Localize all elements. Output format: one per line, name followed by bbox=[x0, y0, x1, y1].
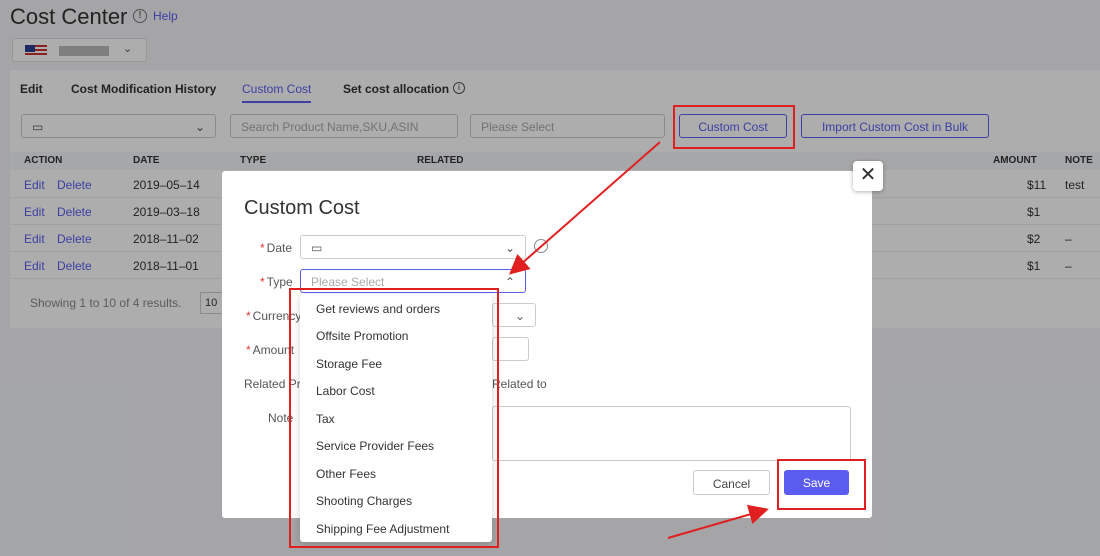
clock-icon[interactable] bbox=[534, 239, 548, 253]
date-picker[interactable]: ▭ ⌄ bbox=[300, 235, 526, 259]
highlight-box-save bbox=[777, 459, 866, 510]
type-label: * Type bbox=[260, 275, 293, 289]
amount-label: * Amount bbox=[246, 343, 295, 357]
note-textarea[interactable] bbox=[492, 406, 851, 461]
highlight-box-type-options bbox=[289, 288, 499, 548]
highlight-box-custom-cost bbox=[673, 105, 795, 149]
date-label: * Date bbox=[260, 241, 293, 255]
cancel-button[interactable]: Cancel bbox=[693, 470, 770, 495]
related-to-label: Related to bbox=[492, 377, 547, 391]
modal-title: Custom Cost bbox=[244, 197, 360, 219]
close-icon[interactable]: ✕ bbox=[853, 161, 883, 191]
